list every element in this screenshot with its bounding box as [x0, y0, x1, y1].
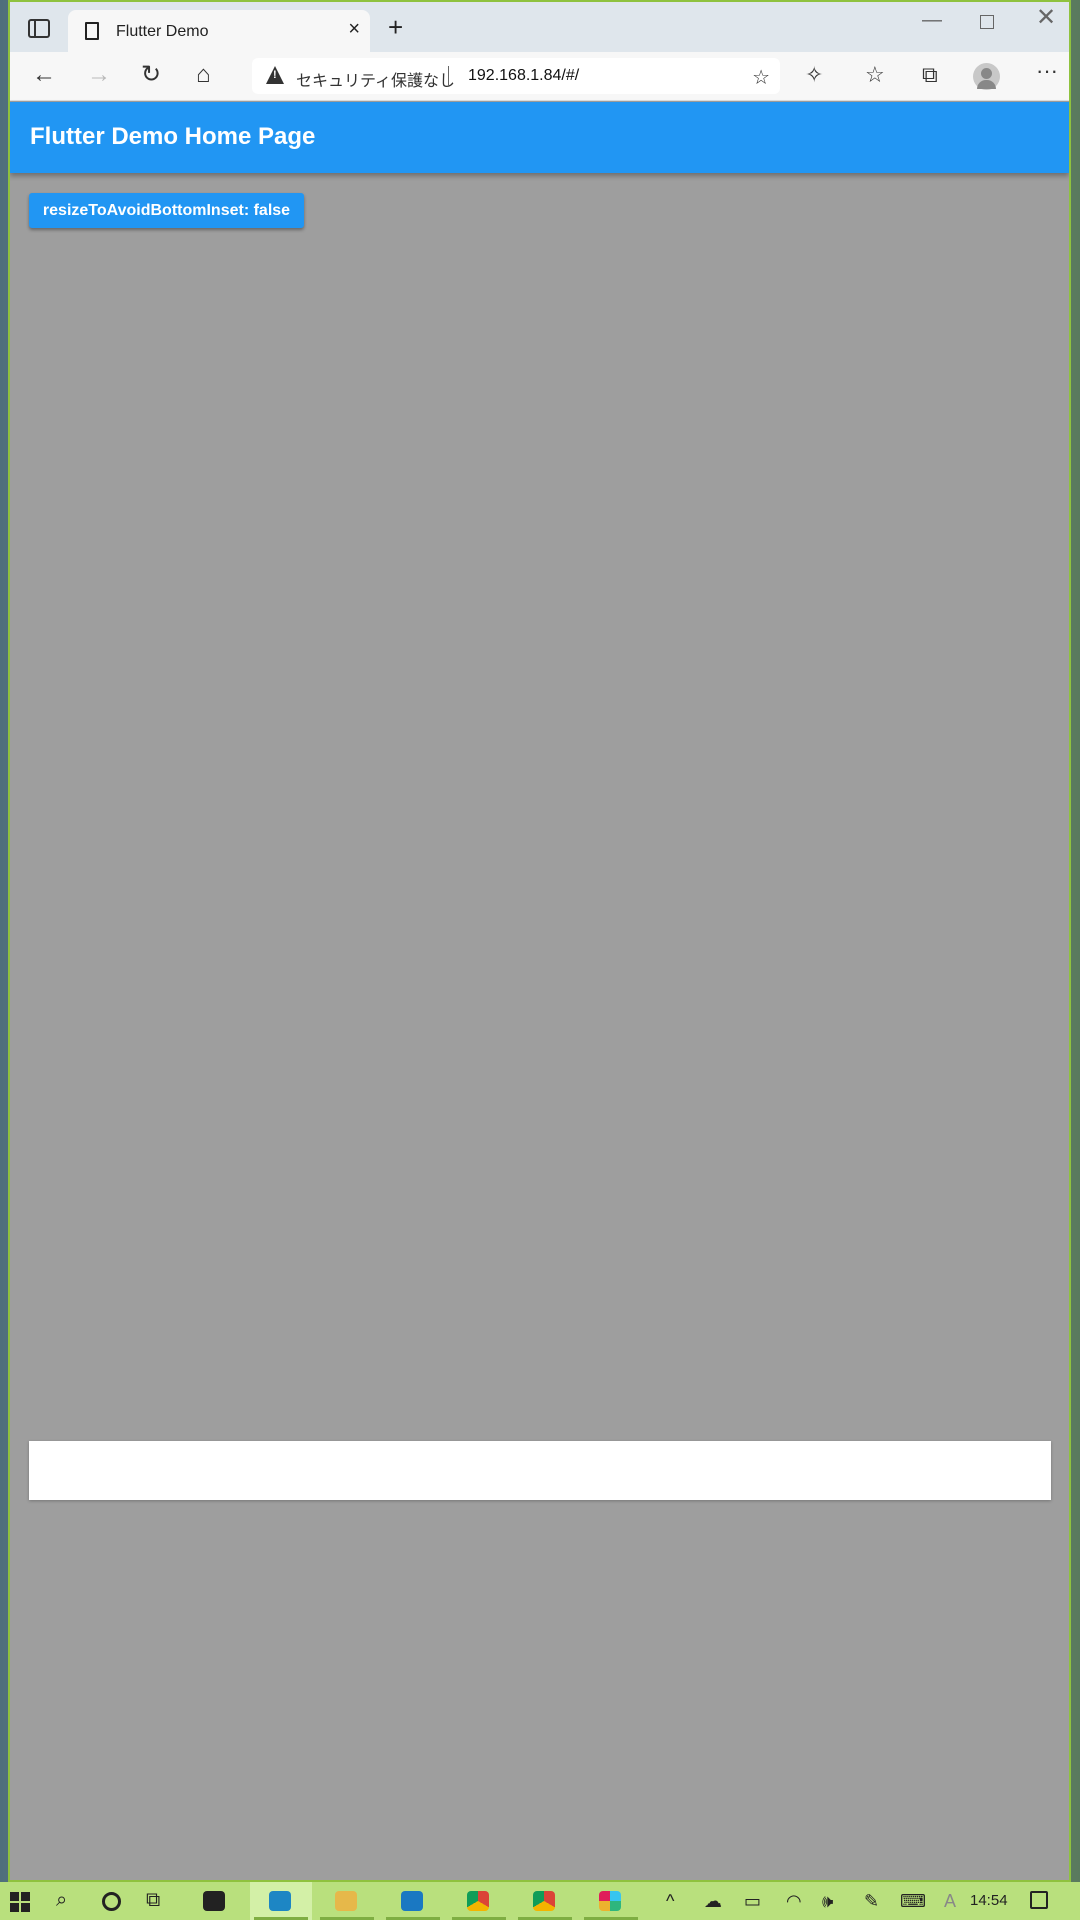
terminal-icon [203, 1891, 225, 1911]
maximize-button[interactable] [980, 15, 994, 29]
keyboard-icon[interactable]: ⌨ [900, 1891, 926, 1911]
tab-actions-icon[interactable] [28, 19, 50, 38]
pen-icon[interactable]: ✎ [864, 1891, 879, 1911]
taskbar: ⌕ ⧉ ^ ☁ ▭ ◠ 🕪 ✎ ⌨ A 14:54 [0, 1882, 1080, 1920]
favorites-icon[interactable]: ☆ [865, 64, 885, 86]
page-title: Flutter Demo Home Page [30, 123, 316, 150]
taskbar-app-explorer[interactable] [316, 1882, 378, 1920]
internet-explorer-icon [401, 1891, 423, 1911]
onedrive-icon[interactable]: ☁ [704, 1891, 722, 1911]
ime-icon[interactable]: A [944, 1891, 956, 1911]
more-menu-icon[interactable]: ··· [1036, 60, 1058, 82]
notification-icon[interactable] [1030, 1891, 1048, 1909]
text-input-field[interactable] [29, 1441, 1051, 1500]
app-bar: Flutter Demo Home Page [10, 102, 1069, 173]
volume-icon[interactable]: 🕪 [822, 1891, 833, 1911]
folder-icon [335, 1891, 357, 1911]
address-bar[interactable]: セキュリティ保護なし 192.168.1.84/#/ ☆ [252, 58, 780, 94]
taskbar-app-ie[interactable] [382, 1882, 444, 1920]
start-button-icon[interactable] [10, 1892, 30, 1912]
page-icon [85, 22, 99, 40]
search-icon[interactable]: ⌕ [56, 1889, 67, 1911]
close-window-button[interactable]: ✕ [1036, 6, 1056, 30]
security-label[interactable]: セキュリティ保護なし [296, 67, 455, 91]
taskbar-app-edge[interactable] [250, 1882, 312, 1920]
browser-window: Flutter Demo × + — ✕ ← → ↻ ⌂ セキュリティ保護なし … [8, 0, 1071, 1882]
wifi-icon[interactable]: ◠ [786, 1891, 802, 1911]
clock[interactable]: 14:54 [970, 1892, 1008, 1909]
edge-icon [269, 1891, 291, 1911]
cortana-icon[interactable] [102, 1892, 121, 1911]
reload-button[interactable]: ↻ [141, 63, 161, 87]
profile-avatar[interactable] [973, 63, 1000, 90]
collections-icon[interactable]: ⧉ [922, 64, 938, 86]
extensions-icon[interactable]: ✧ [805, 64, 823, 86]
taskbar-app-chrome-2[interactable] [514, 1882, 576, 1920]
new-tab-button[interactable]: + [388, 14, 403, 40]
close-tab-icon[interactable]: × [348, 19, 360, 39]
browser-titlebar: Flutter Demo × + — ✕ [10, 2, 1069, 52]
forward-button[interactable]: → [87, 63, 111, 87]
battery-icon[interactable]: ▭ [744, 1891, 761, 1911]
resize-toggle-button[interactable]: resizeToAvoidBottomInset: false [29, 193, 304, 228]
address-separator [448, 66, 449, 86]
task-view-icon[interactable]: ⧉ [146, 1889, 160, 1911]
chrome-icon [533, 1891, 555, 1911]
tab-title: Flutter Demo [116, 23, 209, 40]
taskbar-app-terminal[interactable] [184, 1882, 246, 1920]
slack-icon [599, 1891, 621, 1911]
browser-tab[interactable]: Flutter Demo × [68, 10, 370, 52]
taskbar-app-chrome[interactable] [448, 1882, 510, 1920]
minimize-button[interactable]: — [922, 10, 942, 30]
home-button[interactable]: ⌂ [196, 63, 211, 87]
chrome-icon [467, 1891, 489, 1911]
add-favorite-icon[interactable]: ☆ [752, 65, 770, 90]
browser-toolbar: ← → ↻ ⌂ セキュリティ保護なし 192.168.1.84/#/ ☆ ✧ ☆… [10, 52, 1069, 101]
tray-chevron-icon[interactable]: ^ [666, 1891, 674, 1911]
url-text[interactable]: 192.168.1.84/#/ [468, 67, 579, 85]
back-button[interactable]: ← [32, 63, 56, 87]
warning-icon[interactable] [266, 66, 284, 84]
taskbar-app-slack[interactable] [580, 1882, 642, 1920]
